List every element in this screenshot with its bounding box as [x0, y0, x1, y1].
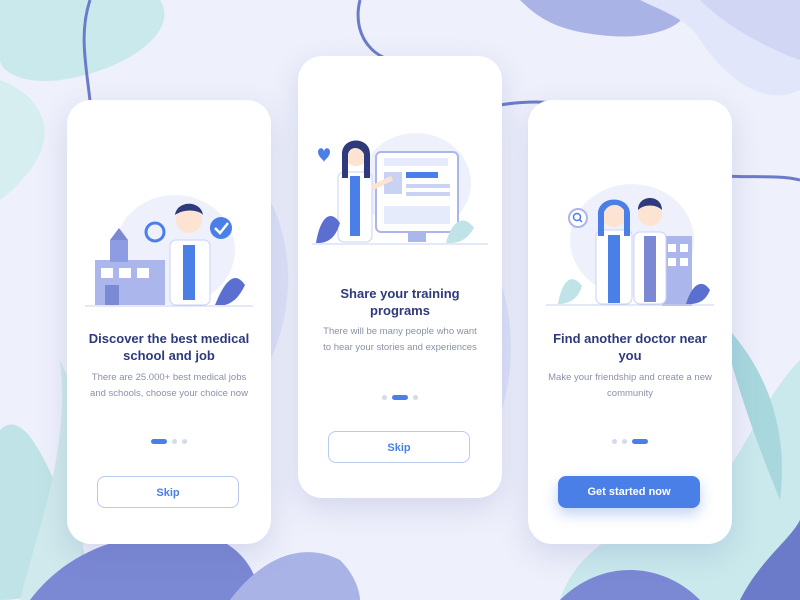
screen-title: Find another doctor near you: [553, 331, 707, 363]
onboarding-card-2: Share your training programs There will …: [298, 56, 502, 498]
screen-description: There are 25.000+ best medical jobs and …: [90, 372, 248, 399]
page-indicator: [528, 438, 732, 444]
page-indicator: [67, 438, 271, 444]
page-dot: [612, 438, 617, 444]
page-indicator: [298, 394, 502, 400]
screen-title: Discover the best medical school and job: [88, 331, 250, 363]
page-dot: [172, 438, 177, 444]
screen-title: Share your training programs: [340, 286, 460, 318]
page-dot: [413, 394, 418, 400]
doctor-presenting-icon: [312, 133, 488, 245]
screen-description: There will be many people who want to he…: [323, 326, 477, 353]
skip-button[interactable]: Skip: [328, 431, 470, 463]
skip-button[interactable]: Skip: [97, 476, 239, 508]
page-dot-active: [632, 438, 648, 444]
onboarding-card-3: Find another doctor near you Make your f…: [528, 100, 732, 544]
screen-description: Make your friendship and create a new co…: [548, 372, 712, 399]
page-dot-active: [392, 394, 408, 400]
page-dot: [622, 438, 627, 444]
onboarding-card-1: Discover the best medical school and job…: [67, 100, 271, 544]
two-doctors-icon: [546, 184, 714, 306]
get-started-button[interactable]: Get started now: [558, 476, 700, 508]
page-dot: [382, 394, 387, 400]
page-dot-active: [151, 438, 167, 444]
page-dot: [182, 438, 187, 444]
doctor-magnifier-icon: [85, 195, 253, 307]
